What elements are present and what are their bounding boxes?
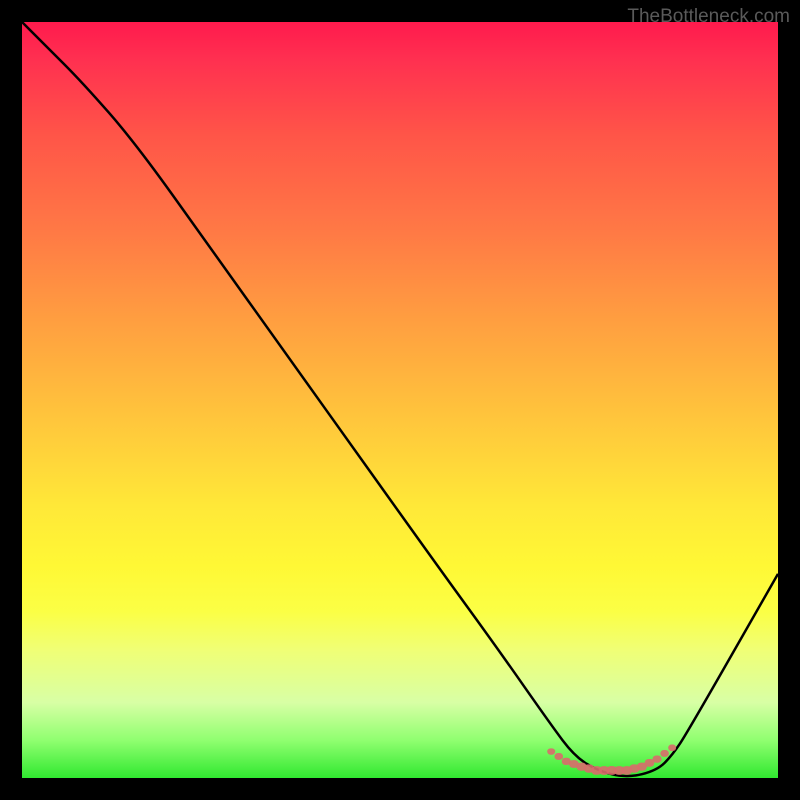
- optimal-dot: [569, 760, 579, 768]
- optimal-dot: [547, 748, 555, 754]
- optimal-dot: [645, 759, 655, 767]
- optimal-dot: [584, 764, 594, 772]
- optimal-range-dots: [547, 745, 676, 775]
- optimal-dot: [606, 766, 617, 775]
- optimal-dot: [562, 758, 571, 765]
- chart-gradient-area: [22, 22, 778, 778]
- optimal-dot: [621, 766, 632, 775]
- bottleneck-curve-line: [22, 22, 778, 776]
- optimal-dot: [614, 766, 625, 775]
- optimal-dot: [591, 766, 602, 775]
- optimal-dot: [668, 745, 676, 751]
- optimal-dot: [554, 753, 563, 760]
- optimal-dot: [576, 763, 586, 771]
- optimal-dot: [660, 750, 669, 757]
- optimal-dot: [599, 766, 610, 775]
- optimal-dot: [637, 763, 647, 771]
- optimal-dot: [629, 764, 639, 772]
- watermark-text: TheBottleneck.com: [627, 6, 790, 28]
- chart-curve-svg: [22, 22, 778, 778]
- optimal-dot: [652, 755, 661, 762]
